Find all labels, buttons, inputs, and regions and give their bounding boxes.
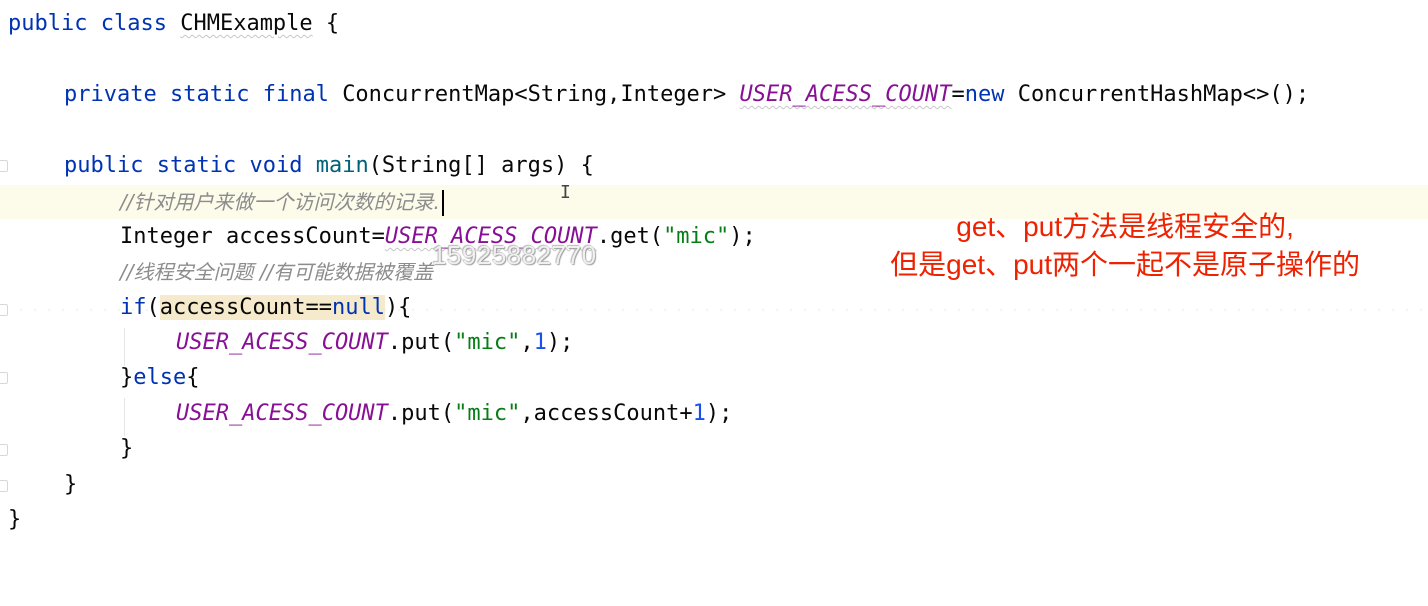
- annotation-line: 但是get、put两个一起不是原子操作的: [890, 249, 1360, 280]
- keyword: static: [169, 82, 250, 107]
- brace: }: [120, 365, 134, 390]
- text-cursor-icon: I: [560, 182, 571, 203]
- keyword: static: [156, 153, 237, 178]
- number-literal: 1: [692, 401, 706, 426]
- number-literal: 1: [533, 330, 547, 355]
- code-line-put-call[interactable]: USER_ACESS_COUNT.put("mic",accessCount+1…: [176, 396, 732, 432]
- code-line-put-call[interactable]: USER_ACESS_COUNT.put("mic",1);: [176, 325, 573, 361]
- keyword: class: [100, 11, 167, 36]
- fold-marker[interactable]: [0, 372, 8, 384]
- brace: }: [8, 507, 22, 532]
- code-line-else[interactable]: }else{: [120, 360, 199, 396]
- fold-marker[interactable]: [0, 160, 8, 172]
- code-line-if-statement[interactable]: if(accessCount==null){: [120, 290, 411, 326]
- brace: {: [325, 11, 340, 36]
- keyword: public: [8, 11, 88, 36]
- string-literal: "mic": [663, 224, 730, 249]
- method-call: .put(: [387, 330, 455, 355]
- class-name: CHMExample: [180, 11, 313, 36]
- method-call: .put(: [387, 401, 455, 426]
- code-editor[interactable]: public class CHMExample { private static…: [0, 0, 1428, 606]
- code-line-comment[interactable]: //线程安全问题 //有可能数据被覆盖: [120, 254, 433, 290]
- field-name: USER_ACESS_COUNT: [176, 401, 388, 426]
- punctuation: );: [729, 224, 756, 249]
- punctuation: );: [705, 401, 733, 426]
- brace: {: [186, 365, 200, 390]
- code-line-field-declaration[interactable]: private static final ConcurrentMap<Strin…: [64, 77, 1309, 113]
- keyword: public: [64, 153, 144, 178]
- keyword: else: [133, 365, 187, 390]
- code-line-main-method[interactable]: public static void main(String[] args) {: [64, 148, 594, 184]
- expression: ,accessCount+: [520, 401, 693, 426]
- brace: }: [120, 436, 134, 461]
- operator: ==: [305, 295, 332, 320]
- keyword: void: [249, 153, 303, 178]
- code-line-brace[interactable]: }: [8, 502, 21, 538]
- brace: }: [64, 472, 78, 497]
- code-line-brace[interactable]: }: [120, 431, 133, 467]
- code-line-comment[interactable]: //针对用户来做一个访问次数的记录.: [120, 184, 444, 220]
- annotation-note: get、put方法是线程安全的, 但是get、put两个一起不是原子操作的: [890, 208, 1360, 284]
- method-name: main: [315, 153, 369, 178]
- code-line-brace[interactable]: }: [64, 467, 77, 503]
- method-call: .get(: [596, 224, 664, 249]
- string-literal: "mic": [454, 401, 521, 426]
- punctuation: ,: [520, 330, 534, 355]
- fold-marker[interactable]: [0, 444, 8, 456]
- annotation-line: get、put方法是线程安全的,: [956, 211, 1294, 242]
- comment: //针对用户来做一个访问次数的记录.: [120, 190, 440, 214]
- constructor-call: ConcurrentHashMap<>();: [1017, 82, 1310, 107]
- highlighted-variable: accessCount: [159, 295, 306, 320]
- operator: =: [951, 82, 965, 107]
- field-name: USER_ACESS_COUNT: [739, 82, 952, 107]
- string-literal: "mic": [454, 330, 521, 355]
- keyword: final: [262, 82, 329, 107]
- keyword: if: [120, 295, 147, 320]
- code-line-class-declaration[interactable]: public class CHMExample {: [8, 6, 339, 42]
- punctuation: (: [146, 295, 160, 320]
- fold-marker[interactable]: [0, 304, 8, 316]
- punctuation: );: [546, 330, 574, 355]
- variable-declaration: Integer accessCount=: [120, 224, 385, 249]
- type-name: ConcurrentMap<String,Integer>: [342, 82, 727, 107]
- text-caret: [441, 190, 444, 216]
- keyword: null: [331, 295, 385, 320]
- keyword: new: [964, 82, 1005, 107]
- keyword: private: [64, 82, 157, 107]
- punctuation: ){: [384, 295, 412, 320]
- comment: //线程安全问题 //有可能数据被覆盖: [120, 260, 434, 284]
- watermark: 15925882770: [432, 240, 597, 270]
- method-params: (String[] args) {: [368, 153, 594, 178]
- fold-marker[interactable]: [0, 480, 8, 492]
- field-name: USER_ACESS_COUNT: [176, 330, 388, 355]
